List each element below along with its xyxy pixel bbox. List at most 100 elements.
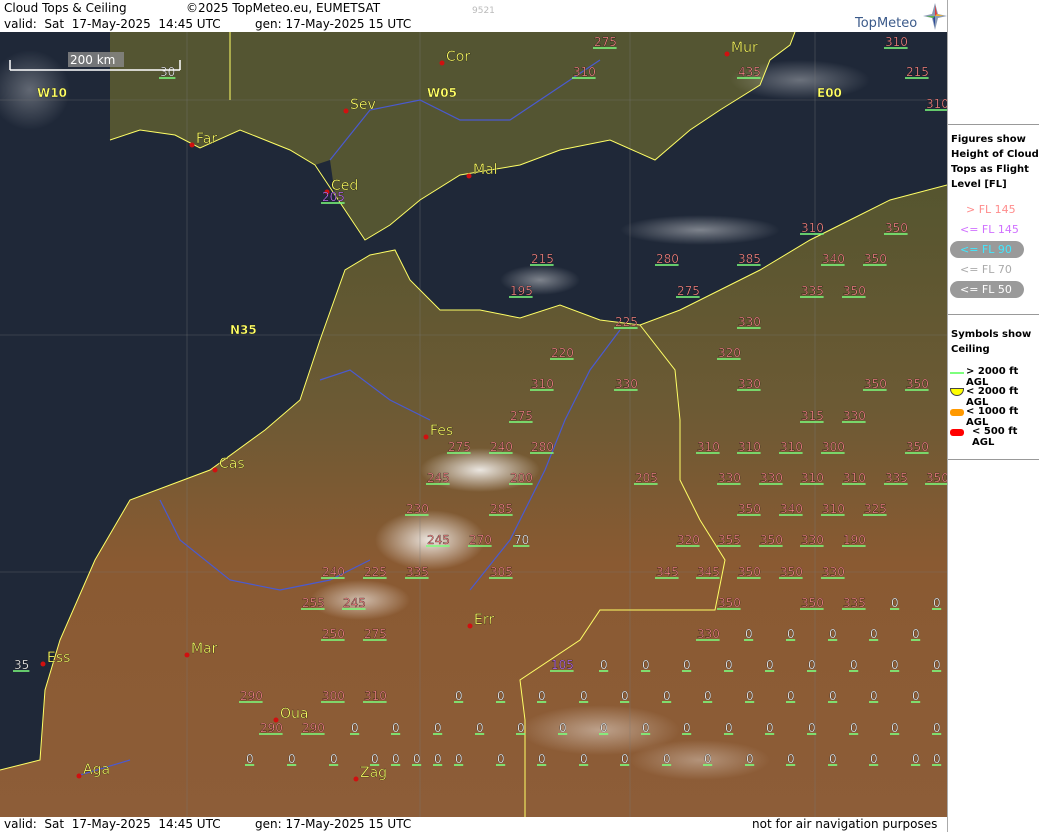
cloud-top-label: 215 [906,65,929,79]
city-marker [184,652,190,658]
city-marker [439,60,445,66]
cloud-top-label: 330 [760,471,783,485]
cloud-top-label: 245 [427,471,450,485]
cloud-top-label: 0 [745,627,753,641]
cloud-top-label: 0 [725,721,733,735]
cloud-top-label: 310 [926,97,947,111]
city-marker [423,434,429,440]
cloud-top-label: 290 [240,689,263,703]
footer-bar: valid: Sat 17-May-2025 14:45 UTC gen: 17… [0,817,947,832]
city-marker [212,467,218,473]
cloud-top-label: 330 [738,377,761,391]
cloud-top-label: 350 [926,471,947,485]
legend-ceiling-gt2000: > 2000 ft AGL [966,366,1019,388]
cloud-top-label: 0 [600,721,608,735]
generated-time: gen: 17-May-2025 15 UTC [255,17,412,31]
cloud-top-label: 0 [683,658,691,672]
city-label: Sev [350,97,376,113]
cloud-top-label: 0 [455,689,463,703]
cloud-top-label: 320 [677,533,700,547]
cloud-top-label: 220 [551,346,574,360]
cloud-top-label: 215 [531,252,554,266]
cloud-top-label: 0 [933,596,941,610]
cloud-top-label: 225 [615,315,638,329]
cloud-top-label: 240 [490,440,513,454]
cloud-top-label: 205 [635,471,658,485]
grid-label: W05 [427,86,457,100]
city-marker [76,773,82,779]
cloud-top-label: 330 [615,377,638,391]
cloud-top-label: 0 [642,658,650,672]
scale-bar-label: 200 km [70,53,115,67]
cloud-top-label: 0 [704,689,712,703]
cloud-top-label: 200 [510,471,533,485]
cloud-top-label: 350 [906,440,929,454]
city-label: Oua [280,706,308,722]
cloud-top-label: 300 [322,689,345,703]
cloud-top-label: 0 [476,721,484,735]
footer-valid-time: valid: Sat 17-May-2025 14:45 UTC [4,817,221,831]
cloud-top-label: 0 [891,658,899,672]
product-title: Cloud Tops & Ceiling [4,1,127,15]
cloud-top-label: 280 [656,252,679,266]
topmeteo-logo[interactable]: TopMeteo [855,2,947,32]
legend-divider [948,314,1039,315]
cloud-top-label: 240 [322,565,345,579]
city-label: Cas [219,456,245,472]
city-marker [724,51,730,57]
legend-fl-le90: <= FL 90 [960,243,1012,256]
cloud-top-label: 350 [843,284,866,298]
cloud-top-label: 0 [683,721,691,735]
cloud-top-label: 245 [343,596,366,610]
green-line-icon [950,372,964,374]
cloud-top-label: 0 [246,752,254,766]
cloud-top-label: 0 [829,689,837,703]
legend-figures-title: Figures show Height of Cloud Tops as Fli… [951,134,1039,190]
cloud-top-label: 0 [413,752,421,766]
city-label: Zag [360,765,387,781]
cloud-top-label: 320 [718,346,741,360]
cloud-top-label: 0 [497,689,505,703]
legend-symbols-title: Symbols show Ceiling [951,329,1032,355]
satellite-map[interactable]: Cor Mur Sev Far Mal Ced Fes Cas Err Mar Ess Oua Aga Z… [0,32,947,817]
image-id: 9521 [472,6,495,16]
cloud-top-label: 35 [14,658,29,672]
cloud-top-label: 0 [538,689,546,703]
cloud-top-label: 435 [738,65,761,79]
cloud-top-label: 0 [829,627,837,641]
cloud-top-label: 0 [642,721,650,735]
cloud-top-label: 310 [531,377,554,391]
legend-panel: Figures show Height of Cloud Tops as Fli… [947,0,1039,832]
cloud-top-label: 350 [801,596,824,610]
cloud-top-label: 0 [371,752,379,766]
cloud-top-label: 245 [427,533,450,547]
city-marker [466,173,472,179]
cloud-top-label: 290 [260,721,283,735]
grid-label: W10 [37,86,67,100]
cloud-top-label: 310 [885,35,908,49]
cloud-top-label: 340 [780,502,803,516]
copyright-text: ©2025 TopMeteo.eu, EUMETSAT [186,1,381,15]
cloud-top-label: 310 [843,471,866,485]
legend-fl-le50: <= FL 50 [960,283,1012,296]
legend-fl-le145: <= FL 145 [960,223,1019,236]
city-marker [40,661,46,667]
cloud-top-label: 0 [580,752,588,766]
cloud-top-label: 310 [573,65,596,79]
city-marker [467,623,473,629]
cloud-top-label: 0 [912,689,920,703]
cloud-top-label: 0 [870,627,878,641]
cloud-top-label: 0 [434,721,442,735]
cloud-top-label: 330 [718,471,741,485]
cloud-top-label: 0 [330,752,338,766]
cloud-top-label: 0 [600,658,608,672]
cloud-top-label: 330 [843,409,866,423]
legend-ceiling-lt1000: < 1000 ft AGL [966,406,1019,428]
cloud-top-label: 350 [780,565,803,579]
cloud-top-label: 0 [766,658,774,672]
cloud-top-label: 350 [738,502,761,516]
header-bar: Cloud Tops & Ceiling ©2025 TopMeteo.eu, … [0,0,947,32]
cloud-top-label: 0 [829,752,837,766]
cloud-top-label: 305 [490,565,513,579]
cloud-top-label: 330 [822,565,845,579]
